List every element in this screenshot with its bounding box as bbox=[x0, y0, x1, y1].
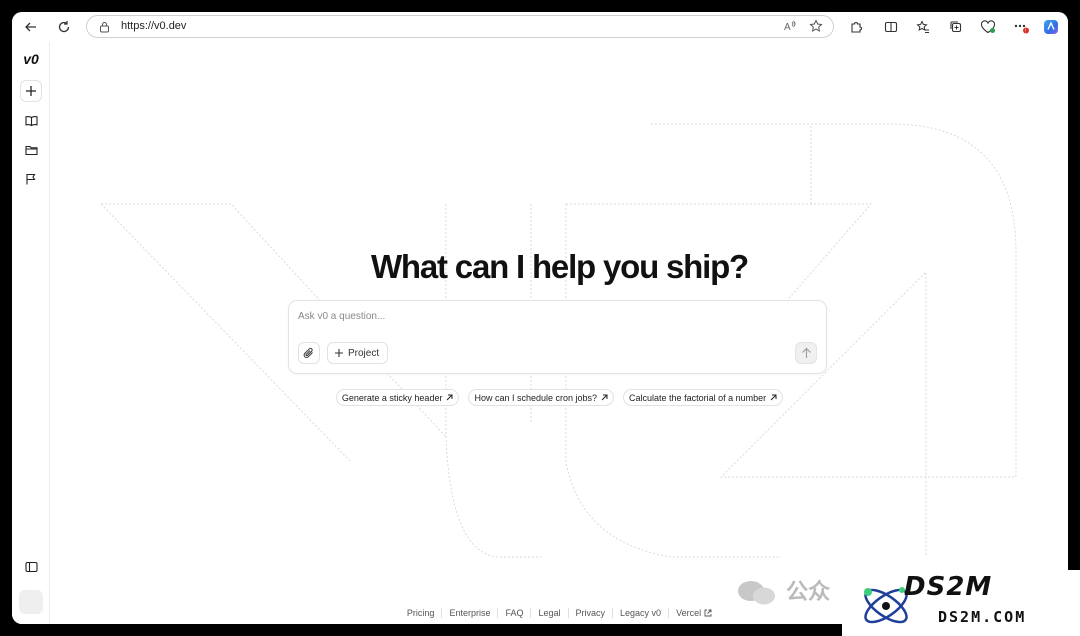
library-button[interactable] bbox=[20, 110, 42, 132]
watermark-overlay: 公众 DS2M DS2M.COM bbox=[736, 570, 1080, 636]
browser-essentials-button[interactable] bbox=[977, 16, 999, 38]
wechat-watermark: 公众 bbox=[736, 574, 830, 607]
project-button-label: Project bbox=[348, 347, 380, 359]
collections-button[interactable] bbox=[945, 16, 967, 38]
v0-logo[interactable]: v0 bbox=[20, 48, 42, 70]
copilot-icon bbox=[1044, 20, 1058, 34]
book-open-icon bbox=[24, 115, 38, 127]
suggestion-label: Generate a sticky header bbox=[341, 392, 443, 403]
paperclip-icon bbox=[303, 347, 313, 358]
favorite-star-icon[interactable] bbox=[809, 19, 823, 38]
suggestion-chip[interactable]: How can I schedule cron jobs? bbox=[468, 389, 615, 406]
ds2m-brand: DS2M bbox=[904, 572, 993, 602]
arrow-up-right-icon bbox=[601, 394, 608, 401]
footer-link-vercel[interactable]: Vercel bbox=[668, 608, 719, 618]
puzzle-icon bbox=[851, 22, 862, 33]
split-screen-button[interactable] bbox=[880, 16, 902, 38]
prompt-box: Project bbox=[288, 300, 827, 374]
user-avatar[interactable] bbox=[19, 590, 43, 614]
footer-link-privacy[interactable]: Privacy bbox=[567, 608, 613, 618]
footer-link-pricing[interactable]: Pricing bbox=[400, 608, 442, 618]
refresh-icon bbox=[58, 21, 70, 33]
arrow-up-icon bbox=[801, 347, 811, 358]
toggle-sidebar-button[interactable] bbox=[20, 556, 42, 578]
read-aloud-icon[interactable]: A bbox=[783, 19, 797, 38]
favorites-list-icon bbox=[916, 20, 929, 33]
footer-link-faq[interactable]: FAQ bbox=[497, 608, 530, 618]
lock-icon bbox=[99, 20, 110, 38]
more-dots-icon: ! bbox=[1014, 24, 1029, 35]
suggestion-chip[interactable]: Calculate the factorial of a number bbox=[623, 389, 784, 406]
folder-icon bbox=[24, 145, 38, 156]
plus-icon bbox=[26, 86, 36, 96]
main-content: What can I help you ship? Project Genera… bbox=[51, 42, 1068, 624]
arrow-up-right-icon bbox=[770, 394, 777, 401]
page-headline: What can I help you ship? bbox=[370, 248, 749, 285]
back-button[interactable] bbox=[20, 16, 42, 38]
copilot-button[interactable] bbox=[1040, 16, 1062, 38]
refresh-button[interactable] bbox=[53, 16, 75, 38]
external-link-icon bbox=[704, 609, 712, 617]
footer-link-enterprise[interactable]: Enterprise bbox=[441, 608, 497, 618]
plus-icon bbox=[335, 349, 343, 357]
footer-link-legal[interactable]: Legal bbox=[530, 608, 567, 618]
footer-link-legacy[interactable]: Legacy v0 bbox=[612, 608, 668, 618]
address-bar[interactable]: https://v0.dev A bbox=[86, 15, 834, 38]
send-button[interactable] bbox=[795, 342, 817, 364]
split-screen-icon bbox=[884, 21, 898, 33]
browser-toolbar: https://v0.dev A ! bbox=[12, 12, 1068, 42]
suggestion-label: How can I schedule cron jobs? bbox=[474, 392, 598, 403]
attach-button[interactable] bbox=[298, 342, 320, 364]
flag-icon bbox=[26, 173, 36, 185]
project-button[interactable]: Project bbox=[327, 342, 389, 364]
browser-window: https://v0.dev A ! v0 What can I help yo… bbox=[12, 12, 1068, 624]
wechat-icon bbox=[738, 581, 775, 605]
suggestion-label: Calculate the factorial of a number bbox=[629, 392, 767, 403]
new-chat-button[interactable] bbox=[20, 80, 42, 102]
suggestion-chip[interactable]: Generate a sticky header bbox=[335, 389, 460, 406]
sidebar-panel-icon bbox=[24, 561, 38, 573]
footer-link-vercel-label: Vercel bbox=[676, 608, 702, 618]
ds2m-badge: DS2M DS2M.COM bbox=[842, 570, 1080, 636]
prompt-input[interactable] bbox=[298, 311, 758, 322]
projects-button[interactable] bbox=[20, 139, 42, 161]
wechat-label: 公众 bbox=[786, 579, 831, 604]
address-url: https://v0.dev bbox=[121, 20, 187, 32]
arrow-up-right-icon bbox=[447, 394, 453, 401]
suggestion-chips: Generate a sticky header How can I sched… bbox=[51, 389, 1068, 406]
extensions-button[interactable] bbox=[845, 16, 867, 38]
svg-text:!: ! bbox=[1025, 29, 1026, 35]
favorites-button[interactable] bbox=[912, 16, 934, 38]
feedback-button[interactable] bbox=[20, 168, 42, 190]
collections-icon bbox=[950, 21, 962, 33]
arrow-left-icon bbox=[25, 22, 36, 32]
v0-sidebar: v0 bbox=[12, 42, 50, 624]
svg-text:A: A bbox=[784, 22, 791, 33]
more-menu-button[interactable]: ! bbox=[1010, 16, 1032, 38]
heart-pulse-icon bbox=[980, 20, 996, 34]
ds2m-domain: DS2M.COM bbox=[938, 608, 1027, 626]
